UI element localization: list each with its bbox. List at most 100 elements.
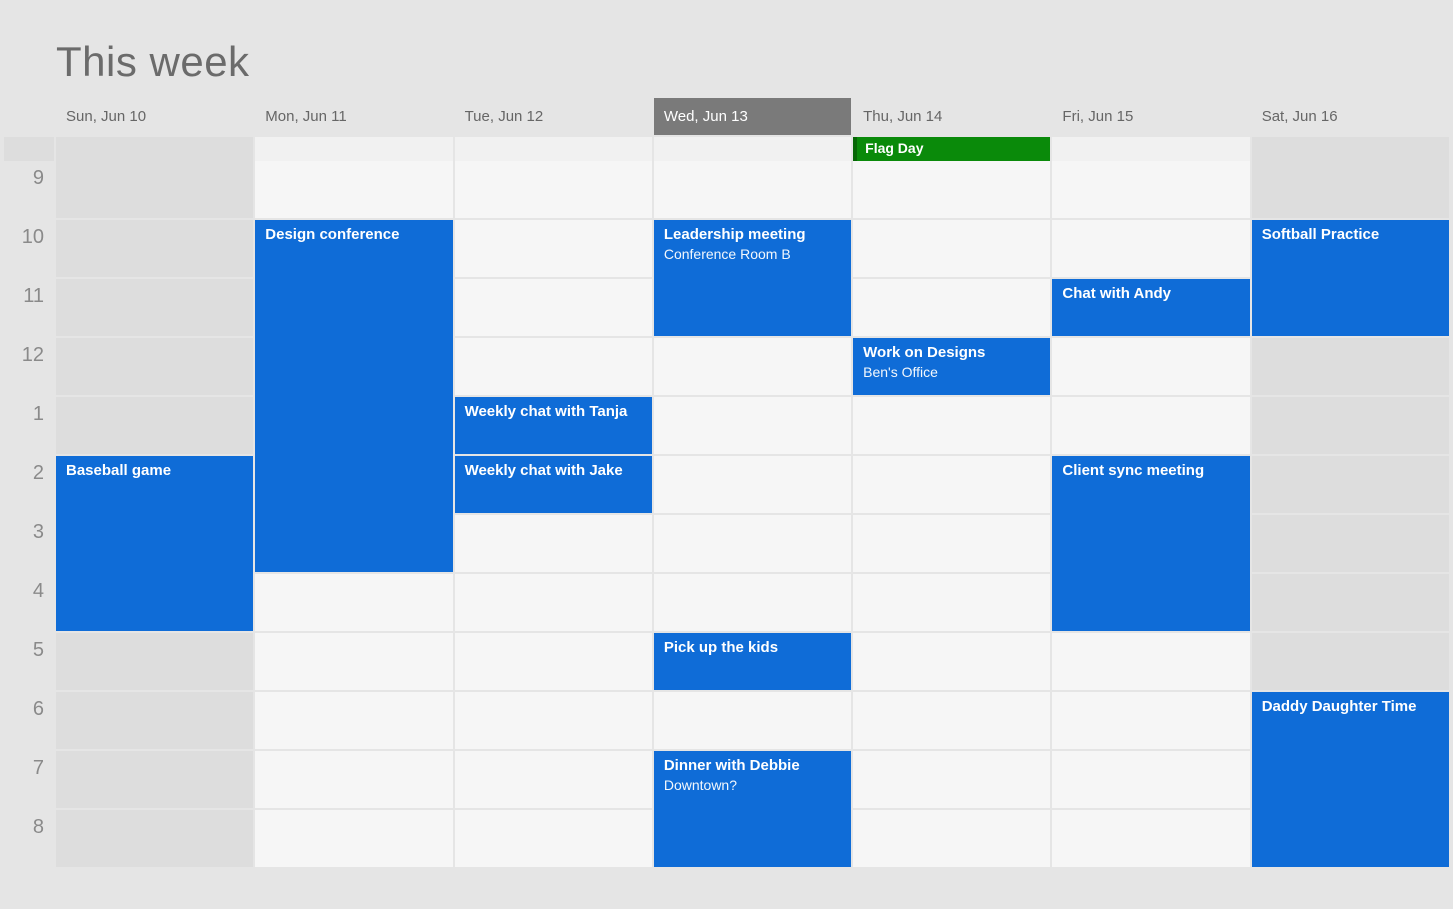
time-cell[interactable] (1252, 161, 1449, 218)
time-cell[interactable] (853, 633, 1050, 690)
hour-label: 11 (4, 279, 54, 336)
event-location: Conference Room B (664, 246, 841, 262)
calendar-event[interactable]: Weekly chat with Jake (455, 456, 652, 513)
day-header[interactable]: Tue, Jun 12 (455, 98, 652, 135)
time-cell[interactable] (455, 279, 652, 336)
calendar-app: This week Sun, Jun 10Mon, Jun 11Tue, Jun… (0, 0, 1453, 867)
time-cell[interactable] (1052, 220, 1249, 277)
time-cell[interactable] (455, 751, 652, 808)
time-cell[interactable] (255, 574, 452, 631)
hour-label: 12 (4, 338, 54, 395)
allday-cell[interactable] (1252, 137, 1449, 161)
time-cell[interactable] (455, 574, 652, 631)
time-cell[interactable] (1052, 633, 1249, 690)
time-cell[interactable] (455, 220, 652, 277)
time-cell[interactable] (853, 515, 1050, 572)
time-cell[interactable] (455, 692, 652, 749)
time-cell[interactable] (853, 456, 1050, 513)
time-cell[interactable] (654, 161, 851, 218)
allday-cell[interactable]: Flag Day (853, 137, 1050, 161)
time-cell[interactable] (56, 751, 253, 808)
time-cell[interactable] (853, 751, 1050, 808)
event-title: Pick up the kids (664, 639, 841, 657)
time-cell[interactable] (1052, 692, 1249, 749)
hour-label: 2 (4, 456, 54, 513)
time-cell[interactable] (455, 515, 652, 572)
calendar-event[interactable]: Design conference (255, 220, 452, 572)
time-cell[interactable] (255, 161, 452, 218)
time-cell[interactable] (455, 633, 652, 690)
time-cell[interactable] (455, 810, 652, 867)
day-header-row: Sun, Jun 10Mon, Jun 11Tue, Jun 12Wed, Ju… (0, 98, 1453, 135)
calendar-event[interactable]: Pick up the kids (654, 633, 851, 690)
calendar-event[interactable]: Client sync meeting (1052, 456, 1249, 631)
allday-cell[interactable] (654, 137, 851, 161)
time-cell[interactable] (1252, 515, 1449, 572)
time-cell[interactable] (853, 574, 1050, 631)
time-cell[interactable] (1252, 574, 1449, 631)
event-title: Client sync meeting (1062, 462, 1239, 480)
time-cell[interactable] (1052, 810, 1249, 867)
time-cell[interactable] (56, 397, 253, 454)
day-header[interactable]: Sat, Jun 16 (1252, 98, 1449, 135)
time-cell[interactable] (654, 397, 851, 454)
time-cell[interactable] (1252, 456, 1449, 513)
time-cell[interactable] (255, 692, 452, 749)
allday-event[interactable]: Flag Day (853, 137, 1050, 161)
time-cell[interactable] (56, 220, 253, 277)
day-header[interactable]: Sun, Jun 10 (56, 98, 253, 135)
time-cell[interactable] (455, 338, 652, 395)
calendar-event[interactable]: Softball Practice (1252, 220, 1449, 336)
time-cell[interactable] (56, 279, 253, 336)
time-cell[interactable] (56, 633, 253, 690)
time-cell[interactable] (853, 279, 1050, 336)
hour-label: 5 (4, 633, 54, 690)
time-cell[interactable] (1252, 338, 1449, 395)
time-cell[interactable] (853, 161, 1050, 218)
calendar-event[interactable]: Weekly chat with Tanja (455, 397, 652, 454)
time-cell[interactable] (853, 810, 1050, 867)
allday-cell[interactable] (56, 137, 253, 161)
time-cell[interactable] (56, 692, 253, 749)
calendar-event[interactable]: Chat with Andy (1052, 279, 1249, 336)
event-title: Weekly chat with Jake (465, 462, 642, 480)
time-cell[interactable] (1252, 633, 1449, 690)
day-header[interactable]: Fri, Jun 15 (1052, 98, 1249, 135)
hour-label: 6 (4, 692, 54, 749)
time-cell[interactable] (654, 456, 851, 513)
calendar-event[interactable]: Baseball game (56, 456, 253, 631)
calendar-event[interactable]: Daddy Daughter Time (1252, 692, 1449, 867)
time-cell[interactable] (1052, 751, 1249, 808)
time-cell[interactable] (654, 515, 851, 572)
time-cell[interactable] (255, 751, 452, 808)
calendar-event[interactable]: Leadership meetingConference Room B (654, 220, 851, 336)
time-cell[interactable] (853, 220, 1050, 277)
time-cell[interactable] (56, 161, 253, 218)
time-cell[interactable] (654, 338, 851, 395)
time-cell[interactable] (56, 338, 253, 395)
calendar-event[interactable]: Dinner with DebbieDowntown? (654, 751, 851, 867)
time-cell[interactable] (255, 810, 452, 867)
time-cell[interactable] (455, 161, 652, 218)
day-header[interactable]: Mon, Jun 11 (255, 98, 452, 135)
calendar-event[interactable]: Work on DesignsBen's Office (853, 338, 1050, 395)
time-cell[interactable] (255, 633, 452, 690)
time-cell[interactable] (654, 574, 851, 631)
day-header[interactable]: Wed, Jun 13 (654, 98, 851, 135)
day-header[interactable]: Thu, Jun 14 (853, 98, 1050, 135)
event-title: Weekly chat with Tanja (465, 403, 642, 421)
event-title: Dinner with Debbie (664, 757, 841, 775)
time-cell[interactable] (1052, 338, 1249, 395)
time-cell[interactable] (853, 397, 1050, 454)
allday-cell[interactable] (455, 137, 652, 161)
allday-cell[interactable] (255, 137, 452, 161)
time-cell[interactable] (56, 810, 253, 867)
allday-cell[interactable] (1052, 137, 1249, 161)
time-cell[interactable] (654, 692, 851, 749)
calendar-grid[interactable]: 910111212345678 Baseball gameDesign conf… (0, 161, 1453, 867)
time-cell[interactable] (1052, 397, 1249, 454)
time-cell[interactable] (853, 692, 1050, 749)
time-cell[interactable] (1252, 397, 1449, 454)
time-cell[interactable] (1052, 161, 1249, 218)
hour-label: 4 (4, 574, 54, 631)
